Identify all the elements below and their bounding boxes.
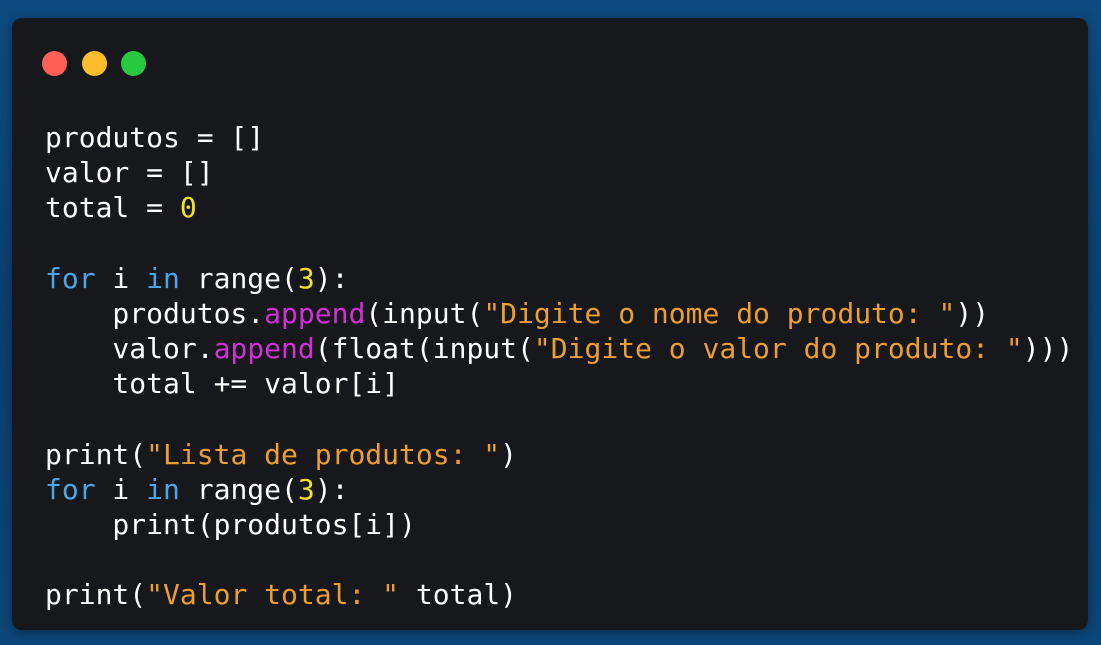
code-token: total) bbox=[399, 578, 518, 612]
code-token: append bbox=[213, 332, 315, 366]
code-token: in bbox=[146, 472, 180, 506]
code-token: valor = [] bbox=[45, 156, 214, 190]
code-line: total += valor[i] bbox=[45, 366, 1073, 401]
code-token: "Valor total: " bbox=[146, 578, 400, 612]
code-window: produtos = [] valor = [] total = 0 for i in… bbox=[12, 18, 1088, 630]
code-token: total += valor[i] bbox=[45, 367, 400, 401]
code-token: append bbox=[264, 296, 366, 330]
minimize-button[interactable] bbox=[82, 51, 107, 76]
code-token: produtos = [] bbox=[45, 121, 265, 154]
code-line: produtos.append(input("Digite o nome do … bbox=[45, 296, 1073, 331]
code-line: print(produtos[i]) bbox=[45, 507, 1073, 542]
code-token: "Digite o valor do produto: " bbox=[533, 332, 1023, 366]
code-token: ) bbox=[500, 437, 518, 471]
code-token: for bbox=[45, 261, 96, 295]
code-token: "Lista de produtos: " bbox=[146, 437, 501, 471]
code-token: 3 bbox=[297, 261, 315, 295]
code-token: ))) bbox=[1022, 332, 1074, 366]
code-token: ): bbox=[314, 261, 349, 295]
code-token: print( bbox=[45, 578, 147, 612]
code-line: print("Valor total: " total) bbox=[45, 577, 1073, 612]
maximize-button[interactable] bbox=[121, 51, 146, 76]
code-token: )) bbox=[955, 296, 990, 330]
code-line: valor = [] bbox=[45, 155, 1073, 190]
code-token: valor. bbox=[45, 332, 214, 366]
code-token: ): bbox=[314, 472, 349, 506]
code-line: for i in range(3): bbox=[45, 472, 1073, 507]
code-line: produtos = [] bbox=[45, 120, 1073, 155]
code-token: range( bbox=[179, 261, 298, 295]
code-token: 0 bbox=[179, 191, 197, 225]
code-token: i bbox=[95, 261, 147, 295]
code-line: for i in range(3): bbox=[45, 261, 1073, 296]
code-line: valor.append(float(input("Digite o valor… bbox=[45, 331, 1073, 366]
code-token: "Digite o nome do produto: " bbox=[483, 296, 956, 330]
code-token: in bbox=[146, 261, 180, 295]
code-token: print(produtos[i]) bbox=[45, 508, 416, 542]
code-token: for bbox=[45, 472, 96, 506]
code-token: (input( bbox=[365, 296, 484, 330]
code-token: (float(input( bbox=[314, 332, 534, 366]
close-button[interactable] bbox=[42, 51, 67, 76]
code-token: produtos. bbox=[45, 296, 265, 330]
code-token: range( bbox=[179, 472, 298, 506]
code-block: produtos = [] valor = [] total = 0 for i in… bbox=[45, 120, 1073, 613]
code-token: 3 bbox=[297, 472, 315, 506]
code-token: i bbox=[95, 472, 147, 506]
code-line: print("Lista de produtos: ") bbox=[45, 437, 1073, 472]
window-titlebar bbox=[12, 18, 1088, 98]
code-line: total = 0 bbox=[45, 190, 1073, 225]
code-token: print( bbox=[45, 437, 147, 471]
code-token: total = bbox=[45, 191, 180, 225]
